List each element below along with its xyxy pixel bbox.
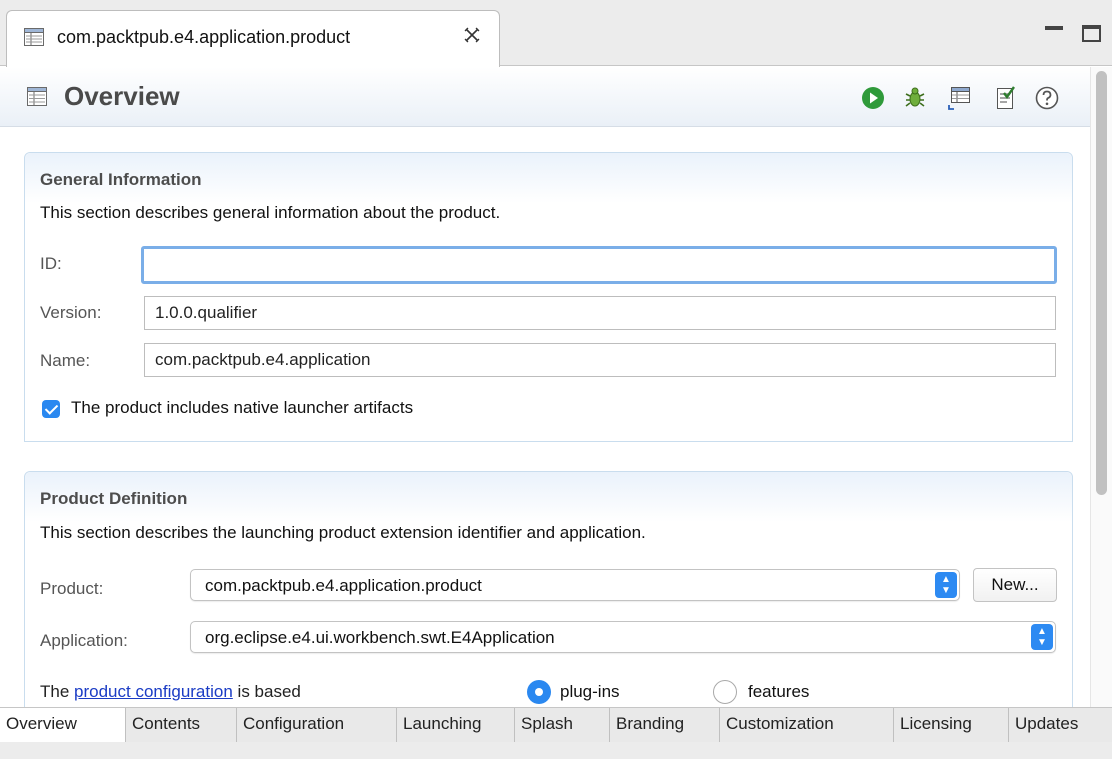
- native-launcher-label: The product includes native launcher art…: [71, 398, 414, 417]
- form-header: Overview: [0, 67, 1112, 127]
- section-title: Product Definition: [40, 489, 188, 508]
- product-label: Product:: [40, 579, 104, 598]
- editor-tab-bar: com.packtpub.e4.application.product: [0, 0, 1112, 67]
- export-icon[interactable]: [948, 85, 976, 116]
- product-combo-value: com.packtpub.e4.application.product: [205, 576, 482, 595]
- new-product-button[interactable]: New...: [973, 568, 1057, 602]
- application-combo-value: org.eclipse.e4.ui.workbench.swt.E4Applic…: [205, 628, 555, 647]
- id-field[interactable]: [141, 246, 1057, 284]
- tab-customization[interactable]: Customization: [720, 708, 894, 742]
- editor-page-tabs: Overview Contents Configuration Launchin…: [0, 707, 1112, 759]
- section-description: This section describes general informati…: [40, 203, 501, 222]
- config-prefix: The: [40, 682, 70, 701]
- maximize-icon[interactable]: [1082, 25, 1101, 42]
- chevron-up-down-icon: ▲ ▼: [935, 572, 957, 598]
- features-radio-label: features: [748, 682, 810, 701]
- application-label: Application:: [40, 631, 128, 650]
- version-label: Version:: [40, 303, 102, 322]
- tab-configuration[interactable]: Configuration: [237, 708, 397, 742]
- product-definition-section: Product Definition This section describe…: [24, 471, 1073, 711]
- plugins-radio-label: plug-ins: [560, 682, 620, 701]
- general-information-section: General Information This section describ…: [24, 152, 1073, 442]
- product-combo[interactable]: com.packtpub.e4.application.product ▲ ▼: [190, 569, 960, 601]
- plugins-radio[interactable]: [527, 680, 551, 704]
- help-icon[interactable]: [1034, 85, 1060, 116]
- tab-branding[interactable]: Branding: [610, 708, 720, 742]
- config-basis-text: The product configuration is based: [40, 682, 301, 702]
- section-description: This section describes the launching pro…: [40, 523, 646, 542]
- section-title: General Information: [40, 170, 202, 189]
- run-icon[interactable]: [860, 85, 886, 116]
- scrollbar-thumb[interactable]: [1096, 71, 1107, 495]
- page-title: Overview: [64, 81, 180, 111]
- editor-tab-title: com.packtpub.e4.application.product: [57, 27, 351, 47]
- chevron-up-down-icon: ▲ ▼: [1031, 624, 1053, 650]
- name-field[interactable]: com.packtpub.e4.application: [144, 343, 1056, 377]
- tab-launching[interactable]: Launching: [397, 708, 515, 742]
- native-launcher-checkbox[interactable]: [42, 400, 60, 418]
- features-radio[interactable]: [713, 680, 737, 704]
- tab-licensing[interactable]: Licensing: [894, 708, 1009, 742]
- close-icon[interactable]: [463, 26, 481, 49]
- editor-tab[interactable]: com.packtpub.e4.application.product: [6, 10, 500, 67]
- application-combo[interactable]: org.eclipse.e4.ui.workbench.swt.E4Applic…: [190, 621, 1056, 653]
- id-label: ID:: [40, 254, 62, 273]
- minimize-icon[interactable]: [1045, 26, 1063, 30]
- validate-icon[interactable]: [992, 85, 1018, 116]
- version-field[interactable]: 1.0.0.qualifier: [144, 296, 1056, 330]
- product-configuration-link[interactable]: product configuration: [74, 682, 233, 701]
- product-file-icon: [23, 26, 45, 53]
- tab-splash[interactable]: Splash: [515, 708, 610, 742]
- tab-overview[interactable]: Overview: [0, 708, 126, 742]
- tab-contents[interactable]: Contents: [126, 708, 237, 742]
- overview-page-icon: [25, 85, 49, 114]
- tab-updates[interactable]: Updates: [1009, 708, 1112, 742]
- vertical-scrollbar[interactable]: [1090, 67, 1112, 707]
- debug-icon[interactable]: [902, 85, 928, 116]
- config-suffix: is based: [237, 682, 301, 701]
- name-label: Name:: [40, 351, 91, 370]
